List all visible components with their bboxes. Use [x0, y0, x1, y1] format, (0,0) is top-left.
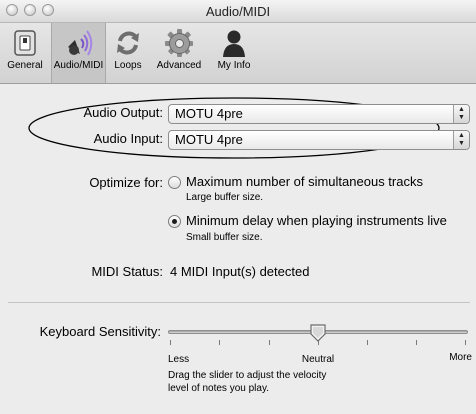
optimize-min-delay-note: Small buffer size.	[186, 232, 263, 243]
keyboard-sensitivity-label: Keyboard Sensitivity:	[39, 324, 161, 339]
window-title: Audio/MIDI	[205, 4, 271, 19]
tab-audio-midi-label: Audio/MIDI	[53, 60, 104, 71]
tab-advanced[interactable]: Advanced	[150, 23, 208, 83]
audio-output-popup[interactable]: MOTU 4pre ▲ ▼	[168, 104, 470, 124]
tab-loops[interactable]: Loops	[107, 23, 149, 83]
optimize-max-tracks-label[interactable]: Maximum number of simultaneous tracks	[186, 174, 423, 189]
switch-icon	[14, 30, 36, 56]
speaker-icon	[67, 30, 92, 56]
slider-tick	[416, 340, 417, 345]
slider-tick	[170, 340, 171, 345]
optimize-max-tracks-note: Large buffer size.	[186, 192, 264, 203]
optimize-label: Optimize for:	[89, 175, 163, 190]
slider-tick	[269, 340, 270, 345]
gear-icon	[165, 29, 193, 57]
tab-audio-midi[interactable]: Audio/MIDI	[51, 23, 106, 83]
audio-midi-pane: Audio Output: MOTU 4pre ▲ ▼ Audio Input: …	[0, 84, 476, 414]
audio-input-label: Audio Input:	[93, 131, 163, 146]
slider-help-line1: Drag the slider to adjust the velocity	[168, 370, 327, 381]
slider-tick	[465, 340, 466, 345]
tab-advanced-label: Advanced	[156, 60, 202, 71]
midi-status-value: 4 MIDI Input(s) detected	[170, 264, 310, 279]
tab-general-label: General	[7, 60, 43, 71]
audio-input-popup[interactable]: MOTU 4pre ▲ ▼	[168, 130, 470, 150]
divider	[8, 302, 470, 303]
slider-thumb[interactable]	[309, 323, 327, 343]
popup-arrows-icon: ▲ ▼	[453, 131, 469, 149]
popup-arrows-icon: ▲ ▼	[453, 105, 469, 123]
tab-general[interactable]: General	[0, 23, 50, 83]
audio-output-value: MOTU 4pre	[175, 106, 243, 121]
slider-tick	[367, 340, 368, 345]
preferences-toolbar: General Audio/MIDI Loops Advanced My Inf…	[0, 23, 476, 84]
audio-input-value: MOTU 4pre	[175, 132, 243, 147]
optimize-max-tracks-radio[interactable]	[168, 176, 181, 189]
optimize-min-delay-label[interactable]: Minimum delay when playing instruments l…	[186, 213, 447, 228]
tab-my-info[interactable]: My Info	[210, 23, 258, 83]
slider-help-line2: level of notes you play.	[168, 383, 269, 394]
slider-max-label: More	[449, 352, 472, 363]
optimize-min-delay-radio[interactable]	[168, 215, 181, 228]
loop-arrows-icon	[117, 31, 139, 55]
midi-status-label: MIDI Status:	[91, 264, 163, 279]
title-bar: Audio/MIDI	[0, 0, 476, 23]
audio-output-label: Audio Output:	[83, 105, 164, 120]
slider-tick	[219, 340, 220, 345]
person-icon	[223, 30, 245, 57]
slider-mid-label: Neutral	[301, 354, 335, 365]
tab-loops-label: Loops	[114, 60, 142, 71]
tab-my-info-label: My Info	[217, 60, 251, 71]
slider-min-label: Less	[168, 354, 190, 365]
